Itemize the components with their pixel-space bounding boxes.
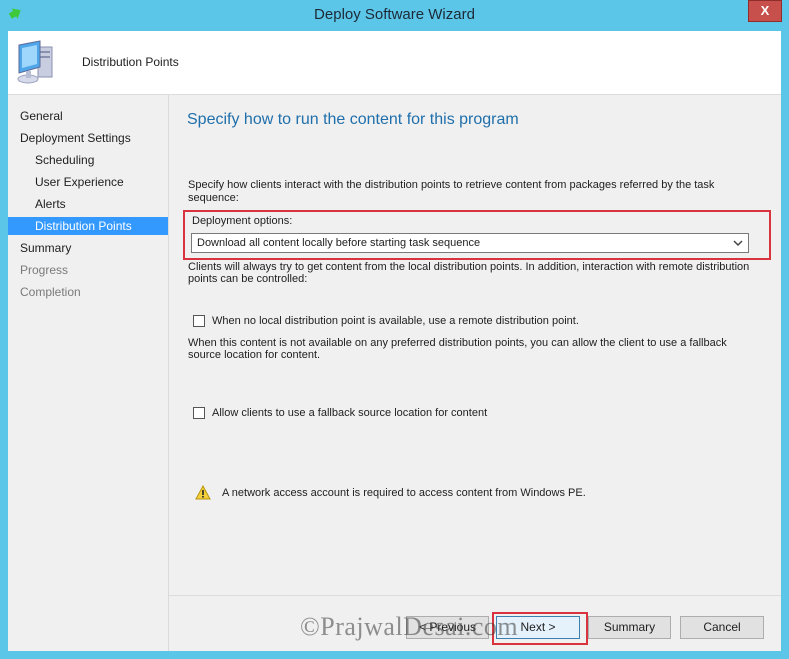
nav-item-summary[interactable]: Summary	[8, 239, 168, 257]
wizard-frame: Distribution Points General Deployment S…	[8, 31, 781, 651]
nav-item-alerts[interactable]: Alerts	[8, 195, 168, 213]
fallback-note-line2: source location for content.	[188, 349, 321, 361]
title-bar: Deploy Software Wizard X	[0, 0, 789, 30]
remote-dp-checkbox[interactable]	[193, 315, 205, 327]
nav-item-scheduling[interactable]: Scheduling	[8, 151, 168, 169]
deployment-options-value: Download all content locally before star…	[197, 237, 481, 249]
header-title: Distribution Points	[82, 55, 179, 69]
deployment-options-label: Deployment options:	[192, 215, 293, 227]
nav-item-deployment-settings[interactable]: Deployment Settings	[8, 129, 168, 147]
wizard-content: Specify how to run the content for this …	[169, 95, 781, 595]
chevron-down-icon	[733, 240, 743, 247]
nav-item-distribution-points[interactable]: Distribution Points	[8, 217, 168, 235]
cancel-button[interactable]: Cancel	[680, 616, 764, 639]
page-heading: Specify how to run the content for this …	[187, 111, 519, 128]
warning-icon	[195, 485, 211, 500]
window-title: Deploy Software Wizard	[314, 6, 475, 23]
nav-item-user-experience[interactable]: User Experience	[8, 173, 168, 191]
nav-item-general[interactable]: General	[8, 107, 168, 125]
remote-dp-label[interactable]: When no local distribution point is avai…	[212, 315, 579, 328]
clients-note-line2: points can be controlled:	[188, 273, 308, 285]
summary-button[interactable]: Summary	[588, 616, 671, 639]
warning-text: A network access account is required to …	[222, 487, 586, 499]
intro-text-line2: sequence:	[188, 192, 239, 204]
fallback-label[interactable]: Allow clients to use a fallback source l…	[212, 407, 487, 420]
footer-divider	[169, 595, 781, 596]
wizard-header: Distribution Points	[8, 31, 781, 95]
nav-item-progress: Progress	[20, 263, 69, 277]
computer-icon	[17, 40, 53, 84]
intro-text-line1: Specify how clients interact with the di…	[188, 179, 715, 191]
nav-item-completion: Completion	[20, 285, 81, 299]
deployment-options-select[interactable]: Download all content locally before star…	[191, 233, 749, 253]
wizard-nav: General Deployment Settings Scheduling U…	[8, 95, 169, 651]
watermark: ©PrajwalDesai.com	[300, 612, 519, 641]
fallback-checkbox[interactable]	[193, 407, 205, 419]
close-button[interactable]: X	[748, 0, 782, 22]
